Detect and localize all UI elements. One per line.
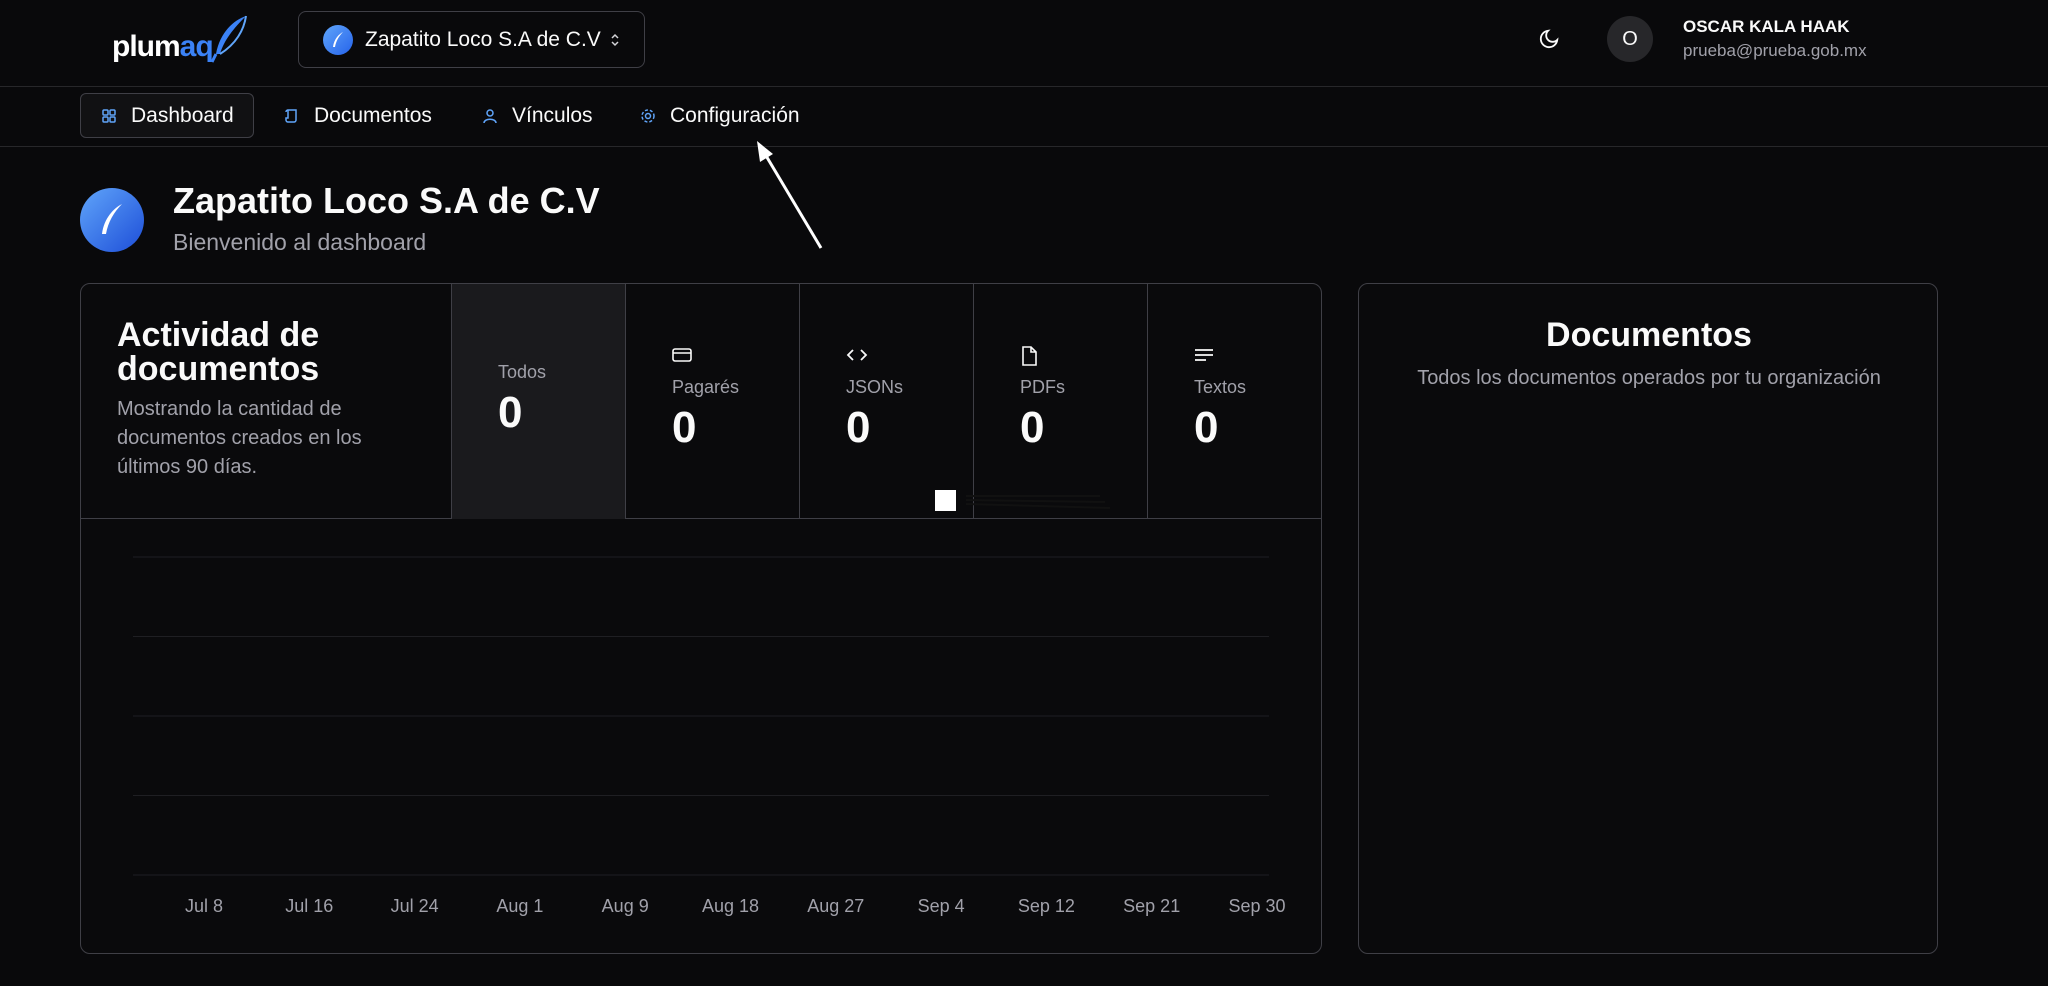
chart-x-tick-label: Sep 12: [1018, 896, 1075, 916]
page-title: Zapatito Loco S.A de C.V: [173, 180, 600, 221]
activity-title: Actividad de documentos: [117, 316, 320, 388]
documents-title: Documentos: [1546, 316, 1752, 354]
top-header: plumaq Zapatito Loco S.A de C.V O OSCAR …: [0, 0, 2048, 87]
chart-x-tick-label: Sep 4: [918, 896, 965, 916]
nav-dashboard[interactable]: Dashboard: [80, 93, 254, 138]
theme-toggle-button[interactable]: [1534, 24, 1564, 54]
user-name: OSCAR KALA HAAK: [1683, 17, 1850, 36]
nav-configuracion-label: Configuración: [670, 103, 800, 127]
nav-documentos[interactable]: Documentos: [264, 93, 432, 138]
chart-x-tick-label: Aug 27: [807, 896, 864, 916]
stat-label: Textos: [1194, 377, 1247, 397]
stat-value: 0: [1020, 403, 1045, 452]
org-name: Zapatito Loco S.A de C.V: [365, 27, 601, 51]
plumaq-logo[interactable]: plumaq: [112, 14, 252, 66]
user-icon: [483, 108, 497, 123]
card-icon: [672, 348, 692, 362]
activity-chart-svg: Jul 8 Jul 16 Jul 24 Aug 1 Aug 9 Aug 18 Aug 27 S…: [133, 556, 1286, 916]
org-avatar: [323, 24, 353, 55]
chart-x-tick-label: Jul 16: [285, 896, 333, 916]
stat-textos[interactable]: Textos 0: [1147, 284, 1321, 519]
chart-x-tick-label: Aug 1: [496, 896, 543, 916]
user-avatar[interactable]: O: [1607, 16, 1653, 62]
logo-wordmark: plumaq: [112, 30, 214, 64]
nav-vinculos[interactable]: Vínculos: [462, 93, 593, 138]
org-logo: [80, 188, 144, 252]
activity-description: Mostrando la cantidad de documentos crea…: [117, 398, 362, 478]
chart-x-tick-label: Sep 30: [1228, 896, 1285, 916]
stat-label: Todos: [498, 362, 547, 382]
nav-documentos-label: Documentos: [314, 103, 432, 127]
feather-icon: [210, 15, 247, 63]
documents-card: Documentos Todos los documentos operados…: [1358, 283, 1938, 954]
feather-icon: [102, 204, 122, 234]
stat-jsons[interactable]: JSONs 0: [799, 284, 973, 519]
org-switcher[interactable]: Zapatito Loco S.A de C.V: [298, 11, 645, 68]
stat-pdfs[interactable]: PDFs 0: [973, 284, 1147, 519]
stat-label: Pagarés: [672, 377, 740, 397]
pointer-arrow: [757, 141, 823, 249]
nav-dashboard-label: Dashboard: [131, 103, 234, 127]
user-email: prueba@prueba.gob.mx: [1683, 41, 1867, 60]
logo-accent-text: aq: [179, 30, 214, 63]
chart-x-tick-label: Sep 21: [1123, 896, 1180, 916]
main-nav: Dashboard Documentos Vínculos Configurac…: [0, 87, 2048, 147]
code-icon: [846, 349, 868, 361]
stat-value: 0: [498, 388, 523, 437]
nav-configuracion[interactable]: Configuración: [620, 93, 800, 138]
documents-description: Todos los documentos operados por tu org…: [1417, 367, 1881, 389]
stat-value: 0: [846, 403, 871, 452]
page-subtitle: Bienvenido al dashboard: [173, 229, 427, 255]
stat-value: 0: [672, 403, 697, 452]
chart-x-tick-label: Jul 24: [391, 896, 439, 916]
activity-chart: Jul 8 Jul 16 Jul 24 Aug 1 Aug 9 Aug 18 Aug 27 S…: [81, 519, 1321, 953]
stat-label: JSONs: [846, 377, 904, 397]
chart-x-tick-label: Jul 8: [185, 896, 223, 916]
feather-icon: [333, 31, 343, 47]
grid-icon: [102, 108, 116, 123]
file-icon: [1022, 346, 1037, 366]
chart-x-tick-label: Aug 9: [602, 896, 649, 916]
activity-card: Actividad de documentos Mostrando la can…: [80, 283, 1322, 954]
moon-icon: [1539, 29, 1559, 49]
scroll-icon: [285, 108, 297, 123]
logo-main-text: plum: [112, 30, 181, 63]
stat-todos[interactable]: Todos 0: [451, 284, 625, 519]
chart-x-tick-label: Aug 18: [702, 896, 759, 916]
stat-value: 0: [1194, 403, 1219, 452]
activity-header: Actividad de documentos Mostrando la can…: [81, 284, 1321, 519]
chevrons-up-down-icon: [611, 33, 619, 46]
gear-icon: [641, 108, 655, 123]
stat-pagares[interactable]: Pagarés 0: [625, 284, 799, 519]
text-lines-icon: [1195, 349, 1213, 361]
stat-label: PDFs: [1020, 377, 1065, 397]
nav-vinculos-label: Vínculos: [512, 103, 593, 127]
